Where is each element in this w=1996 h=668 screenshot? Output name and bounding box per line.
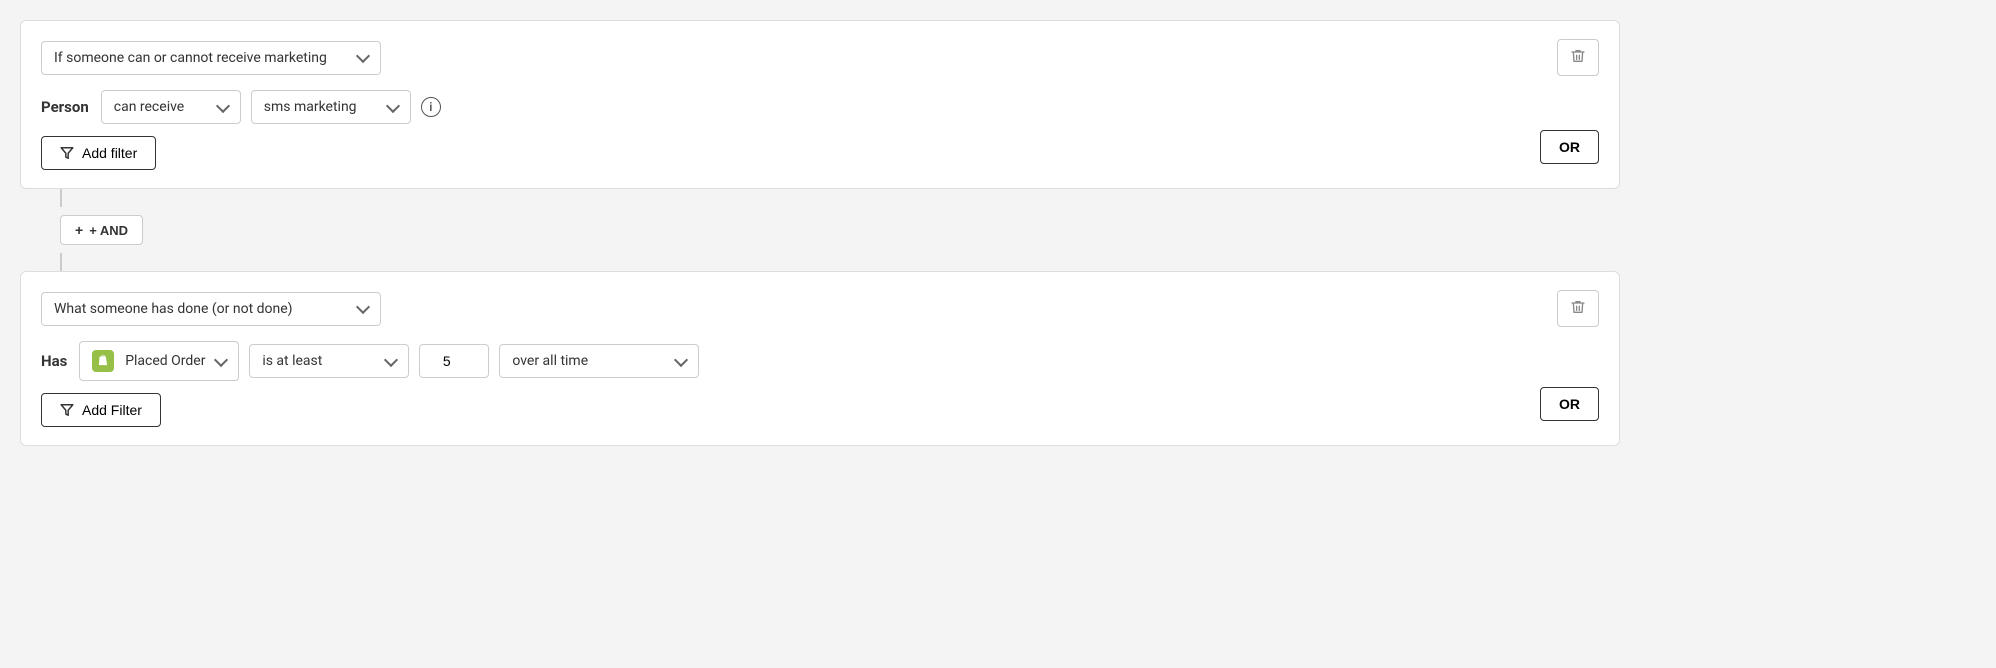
block2-or-button[interactable]: OR — [1540, 387, 1599, 421]
block1-receive-chevron-icon — [216, 98, 230, 112]
and-connector-wrapper: + + AND — [20, 189, 1620, 271]
block1-marketing-dropdown[interactable]: sms marketing — [251, 90, 411, 124]
block1-marketing-chevron-icon — [386, 98, 400, 112]
block2-add-filter-label: Add Filter — [82, 402, 142, 418]
and-top-line — [60, 189, 62, 207]
block1-header-left: If someone can or cannot receive marketi… — [41, 41, 381, 75]
trash-icon-2 — [1570, 299, 1586, 315]
block1-filter-row: Person can receive sms marketing i — [41, 90, 1599, 124]
block2-filter-row: Has Placed Order is at least over all ti… — [41, 341, 1599, 381]
block2-event-chevron-icon — [214, 352, 228, 366]
block2-type-chevron-icon — [356, 300, 370, 314]
block1-person-label: Person — [41, 98, 89, 116]
block2-header-left: What someone has done (or not done) — [41, 292, 381, 326]
block2-count-input[interactable] — [419, 344, 489, 378]
block2-type-dropdown[interactable]: What someone has done (or not done) — [41, 292, 381, 326]
condition-block-2: What someone has done (or not done) Has — [20, 271, 1620, 446]
block2-delete-button[interactable] — [1557, 290, 1599, 327]
block1-type-dropdown[interactable]: If someone can or cannot receive marketi… — [41, 41, 381, 75]
block1-or-button[interactable]: OR — [1540, 130, 1599, 164]
block1-type-label: If someone can or cannot receive marketi… — [54, 50, 327, 66]
filter-builder: If someone can or cannot receive marketi… — [20, 20, 1620, 446]
funnel-icon-2 — [60, 403, 74, 417]
block1-receive-dropdown[interactable]: can receive — [101, 90, 241, 124]
block2-add-filter-button[interactable]: Add Filter — [41, 393, 161, 427]
block2-event-label: Placed Order — [125, 353, 205, 369]
block1-header-row: If someone can or cannot receive marketi… — [41, 39, 1599, 76]
block1-receive-label: can receive — [114, 99, 184, 115]
trash-icon — [1570, 48, 1586, 64]
block1-add-filter-button[interactable]: Add filter — [41, 136, 156, 170]
block1-footer: Add filter OR — [41, 124, 1599, 170]
block2-footer: Add Filter OR — [41, 381, 1599, 427]
condition-block-1: If someone can or cannot receive marketi… — [20, 20, 1620, 189]
block1-delete-button[interactable] — [1557, 39, 1599, 76]
and-plus-icon: + — [75, 222, 83, 238]
block1-marketing-label: sms marketing — [264, 99, 357, 115]
and-button[interactable]: + + AND — [60, 215, 143, 245]
block2-event-dropdown[interactable]: Placed Order — [79, 341, 239, 381]
block2-condition-label: is at least — [262, 353, 322, 369]
block2-time-label: over all time — [512, 353, 588, 369]
info-icon-button[interactable]: i — [421, 97, 441, 117]
block2-type-label: What someone has done (or not done) — [54, 301, 293, 317]
funnel-icon — [60, 146, 74, 160]
block2-header-row: What someone has done (or not done) — [41, 290, 1599, 327]
block1-add-filter-label: Add filter — [82, 145, 137, 161]
block2-time-chevron-icon — [674, 352, 688, 366]
shopify-bag-icon — [96, 354, 110, 368]
shopify-icon — [92, 350, 114, 372]
and-bottom-line — [60, 253, 62, 271]
block1-or-label: OR — [1559, 139, 1580, 155]
block1-type-chevron-icon — [356, 49, 370, 63]
block2-condition-chevron-icon — [384, 352, 398, 366]
and-label: + AND — [89, 223, 128, 238]
block2-condition-dropdown[interactable]: is at least — [249, 344, 409, 378]
block2-time-dropdown[interactable]: over all time — [499, 344, 699, 378]
block2-or-label: OR — [1559, 396, 1580, 412]
block2-has-label: Has — [41, 352, 67, 370]
